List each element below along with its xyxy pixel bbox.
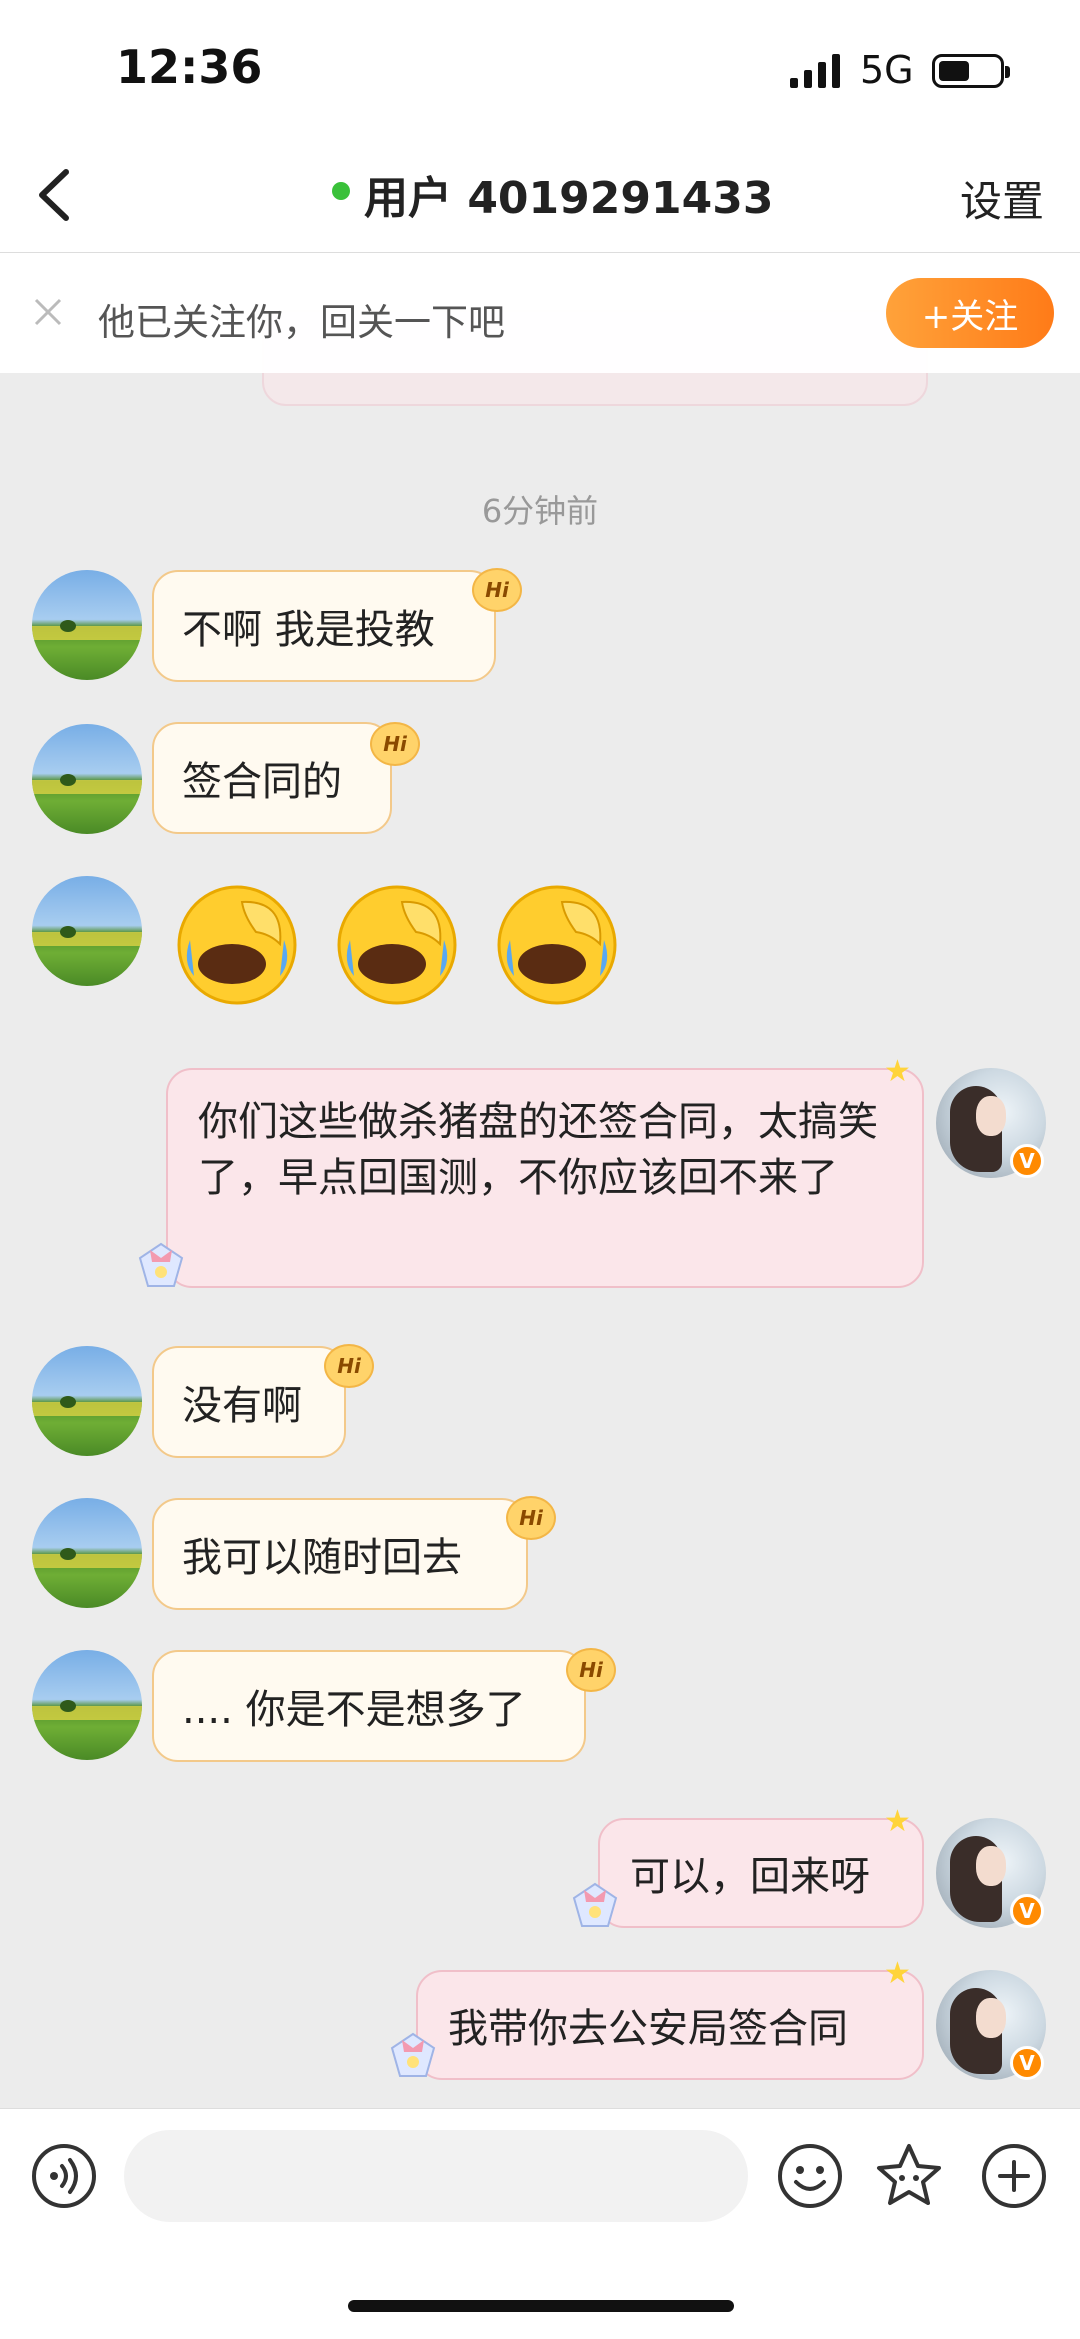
network-label: 5G (860, 48, 914, 92)
verified-badge-icon: V (1010, 2046, 1044, 2080)
bow-gift-icon (570, 1880, 620, 1934)
message-text: 我可以随时回去 (182, 1535, 462, 1581)
favorite-sticker-icon[interactable] (874, 2140, 944, 2210)
message-text: .... 你是不是想多了 (182, 1687, 526, 1733)
chat-timestamp: 6分钟前 (481, 492, 599, 530)
verified-badge-icon: V (1010, 1144, 1044, 1178)
message-bubble-received: .... 你是不是想多了 (152, 1650, 586, 1762)
message-text: 不啊 我是投教 (182, 607, 435, 653)
emoji-laughing-crying-icon (492, 880, 622, 1014)
follow-prompt-text: 他已关注你，回关一下吧 (98, 301, 505, 344)
emoji-picker-icon[interactable] (776, 2142, 844, 2210)
close-icon[interactable] (28, 292, 68, 332)
bow-gift-icon (388, 2030, 438, 2084)
follow-button[interactable]: +关注 (886, 278, 1054, 348)
hi-badge-icon: Hi (370, 722, 420, 766)
hi-badge-icon: Hi (566, 1648, 616, 1692)
settings-button[interactable]: 设置 (960, 168, 1044, 229)
message-bubble-sent: 我带你去公安局签合同 (416, 1970, 924, 2080)
message-text: 我带你去公安局签合同 (448, 2006, 848, 2052)
verified-badge-icon: V (1010, 1894, 1044, 1928)
contact-avatar[interactable] (32, 1346, 142, 1456)
message-input[interactable] (124, 2130, 748, 2222)
message-text: 可以，回来呀 (630, 1854, 870, 1900)
message-bubble-received: 我可以随时回去 (152, 1498, 528, 1610)
message-text: 签合同的 (182, 759, 342, 805)
emoji-laughing-crying-icon (172, 880, 302, 1014)
message-bubble-received: 签合同的 (152, 722, 392, 834)
message-text: 你们这些做杀猪盘的还签合同，太搞笑了，早点回国测，不你应该回不来了 (198, 1099, 878, 1201)
star-icon: ★ (884, 1054, 911, 1089)
star-icon: ★ (884, 1956, 911, 1991)
hi-badge-icon: Hi (506, 1496, 556, 1540)
chat-title: 用户 4019291433 (364, 173, 774, 224)
message-bubble-received: 没有啊 (152, 1346, 346, 1458)
more-options-icon[interactable] (980, 2142, 1048, 2210)
home-indicator (348, 2300, 734, 2312)
battery-icon (932, 54, 1010, 88)
message-bubble-sent: 可以，回来呀 (598, 1818, 924, 1928)
message-text: 没有啊 (182, 1383, 302, 1429)
online-status-dot (332, 182, 350, 200)
voice-input-icon[interactable] (30, 2142, 98, 2210)
message-bubble-received: 不啊 我是投教 (152, 570, 496, 682)
contact-avatar[interactable] (32, 876, 142, 986)
contact-avatar[interactable] (32, 1498, 142, 1608)
emoji-laughing-crying-icon (332, 880, 462, 1014)
bow-gift-icon (136, 1240, 186, 1294)
contact-avatar[interactable] (32, 570, 142, 680)
hi-badge-icon: Hi (324, 1344, 374, 1388)
signal-icon (788, 52, 848, 96)
message-bubble-sent: 你们这些做杀猪盘的还签合同，太搞笑了，早点回国测，不你应该回不来了 (166, 1068, 924, 1288)
star-icon: ★ (884, 1804, 911, 1839)
back-button[interactable] (30, 160, 80, 230)
contact-avatar[interactable] (32, 1650, 142, 1760)
contact-avatar[interactable] (32, 724, 142, 834)
status-time: 12:36 (116, 40, 263, 94)
hi-badge-icon: Hi (472, 568, 522, 612)
